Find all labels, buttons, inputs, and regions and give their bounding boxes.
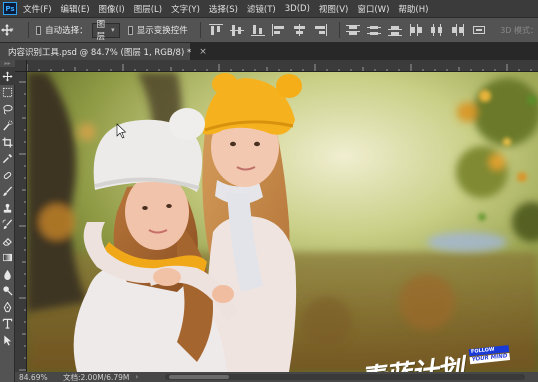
auto-align-layers-icon[interactable]	[471, 23, 487, 37]
horizontal-ruler[interactable]	[15, 60, 538, 72]
menu-image[interactable]: 图像(I)	[99, 3, 125, 15]
menu-window[interactable]: 窗口(W)	[357, 3, 389, 15]
align-buttons-group	[208, 22, 492, 38]
align-right-edges-icon[interactable]	[313, 23, 329, 37]
document-tab-bar: 内容识别工具.psd @ 84.7% (图层 1, RGB/8) * ×	[0, 43, 538, 60]
preset-dropdown-icon[interactable]: ▾	[10, 26, 14, 34]
move-tool-icon[interactable]	[0, 68, 15, 85]
close-icon[interactable]: ×	[199, 47, 207, 57]
menu-filter[interactable]: 滤镜(T)	[247, 3, 276, 15]
photo-artwork	[27, 72, 538, 372]
distribute-horizontal-centers-icon[interactable]	[429, 23, 445, 37]
zoom-level[interactable]: 84.69%	[15, 373, 53, 382]
quick-select-tool-icon[interactable]	[0, 118, 15, 135]
brush-tool-icon[interactable]	[0, 184, 15, 201]
distribute-left-edges-icon[interactable]	[408, 23, 424, 37]
auto-select-target-value: 图层	[96, 20, 106, 42]
eyedropper-tool-icon[interactable]	[0, 151, 15, 168]
show-transform-checkbox[interactable]	[127, 25, 133, 35]
panel-collapse-grip[interactable]: ▸▸	[0, 60, 15, 68]
crop-tool-icon[interactable]	[0, 134, 15, 151]
blur-tool-icon[interactable]	[0, 266, 15, 283]
horizontal-scrollbar[interactable]	[165, 374, 525, 380]
auto-select-label: 自动选择：	[45, 26, 88, 36]
document-tab[interactable]: 内容识别工具.psd @ 84.7% (图层 1, RGB/8) * ×	[0, 43, 207, 60]
ruler-origin[interactable]	[15, 60, 27, 72]
menu-edit[interactable]: 编辑(E)	[61, 3, 90, 15]
healing-brush-tool-icon[interactable]	[0, 167, 15, 184]
vertical-ruler[interactable]	[15, 72, 27, 372]
align-horizontal-centers-icon[interactable]	[292, 23, 308, 37]
document-size-info: 文档:2.00M/6.79M	[63, 372, 130, 382]
gradient-tool-icon[interactable]	[0, 250, 15, 267]
distribute-vertical-centers-icon[interactable]	[366, 23, 382, 37]
distribute-bottom-edges-icon[interactable]	[387, 23, 403, 37]
distribute-right-edges-icon[interactable]	[450, 23, 466, 37]
clone-stamp-tool-icon[interactable]	[0, 200, 15, 217]
menu-select[interactable]: 选择(S)	[209, 3, 238, 15]
marquee-tool-icon[interactable]	[0, 85, 15, 102]
menu-file[interactable]: 文件(F)	[23, 3, 52, 15]
menu-view[interactable]: 视图(V)	[319, 3, 348, 15]
scrollbar-thumb[interactable]	[169, 375, 229, 379]
history-brush-tool-icon[interactable]	[0, 217, 15, 234]
align-top-edges-icon[interactable]	[208, 23, 224, 37]
type-tool-icon[interactable]	[0, 316, 15, 333]
pen-tool-icon[interactable]	[0, 299, 15, 316]
ruler-ticks	[26, 64, 532, 71]
document-canvas[interactable]: 青蓝计划 FOLLOW YOUR MIND	[27, 72, 538, 372]
menu-type[interactable]: 文字(Y)	[171, 3, 200, 15]
ruler-ticks	[19, 81, 26, 371]
auto-select-target-dropdown[interactable]: 图层 ▾	[91, 20, 120, 42]
separator	[339, 22, 341, 38]
menu-bar: Ps 文件(F) 编辑(E) 图像(I) 图层(L) 文字(Y) 选择(S) 滤…	[0, 0, 538, 17]
align-bottom-edges-icon[interactable]	[250, 23, 266, 37]
eraser-tool-icon[interactable]	[0, 233, 15, 250]
align-vertical-centers-icon[interactable]	[229, 23, 245, 37]
chevron-down-icon: ▾	[111, 26, 115, 34]
status-bar: 84.69% 文档:2.00M/6.79M ›	[15, 372, 538, 382]
menu-3d[interactable]: 3D(D)	[285, 4, 310, 14]
align-left-edges-icon[interactable]	[271, 23, 287, 37]
tools-panel: ▸▸	[0, 60, 15, 382]
photoshop-logo-icon[interactable]: Ps	[3, 2, 17, 15]
show-transform-label: 显示变换控件	[136, 26, 188, 36]
auto-select-checkbox[interactable]	[35, 25, 42, 35]
document-tab-title: 内容识别工具.psd @ 84.7% (图层 1, RGB/8) *	[8, 47, 192, 58]
menu-layer[interactable]: 图层(L)	[134, 3, 162, 15]
lasso-tool-icon[interactable]	[0, 101, 15, 118]
mode-3d-label: 3D 模式：	[500, 25, 538, 35]
menu-help[interactable]: 帮助(H)	[398, 3, 428, 15]
path-select-tool-icon[interactable]	[0, 332, 15, 349]
dodge-tool-icon[interactable]	[0, 283, 15, 300]
status-menu-arrow-icon[interactable]: ›	[135, 373, 138, 381]
options-bar: ▾ 自动选择： 图层 ▾ 显示变换控件 3D 模式：	[0, 17, 538, 43]
distribute-top-edges-icon[interactable]	[345, 23, 361, 37]
